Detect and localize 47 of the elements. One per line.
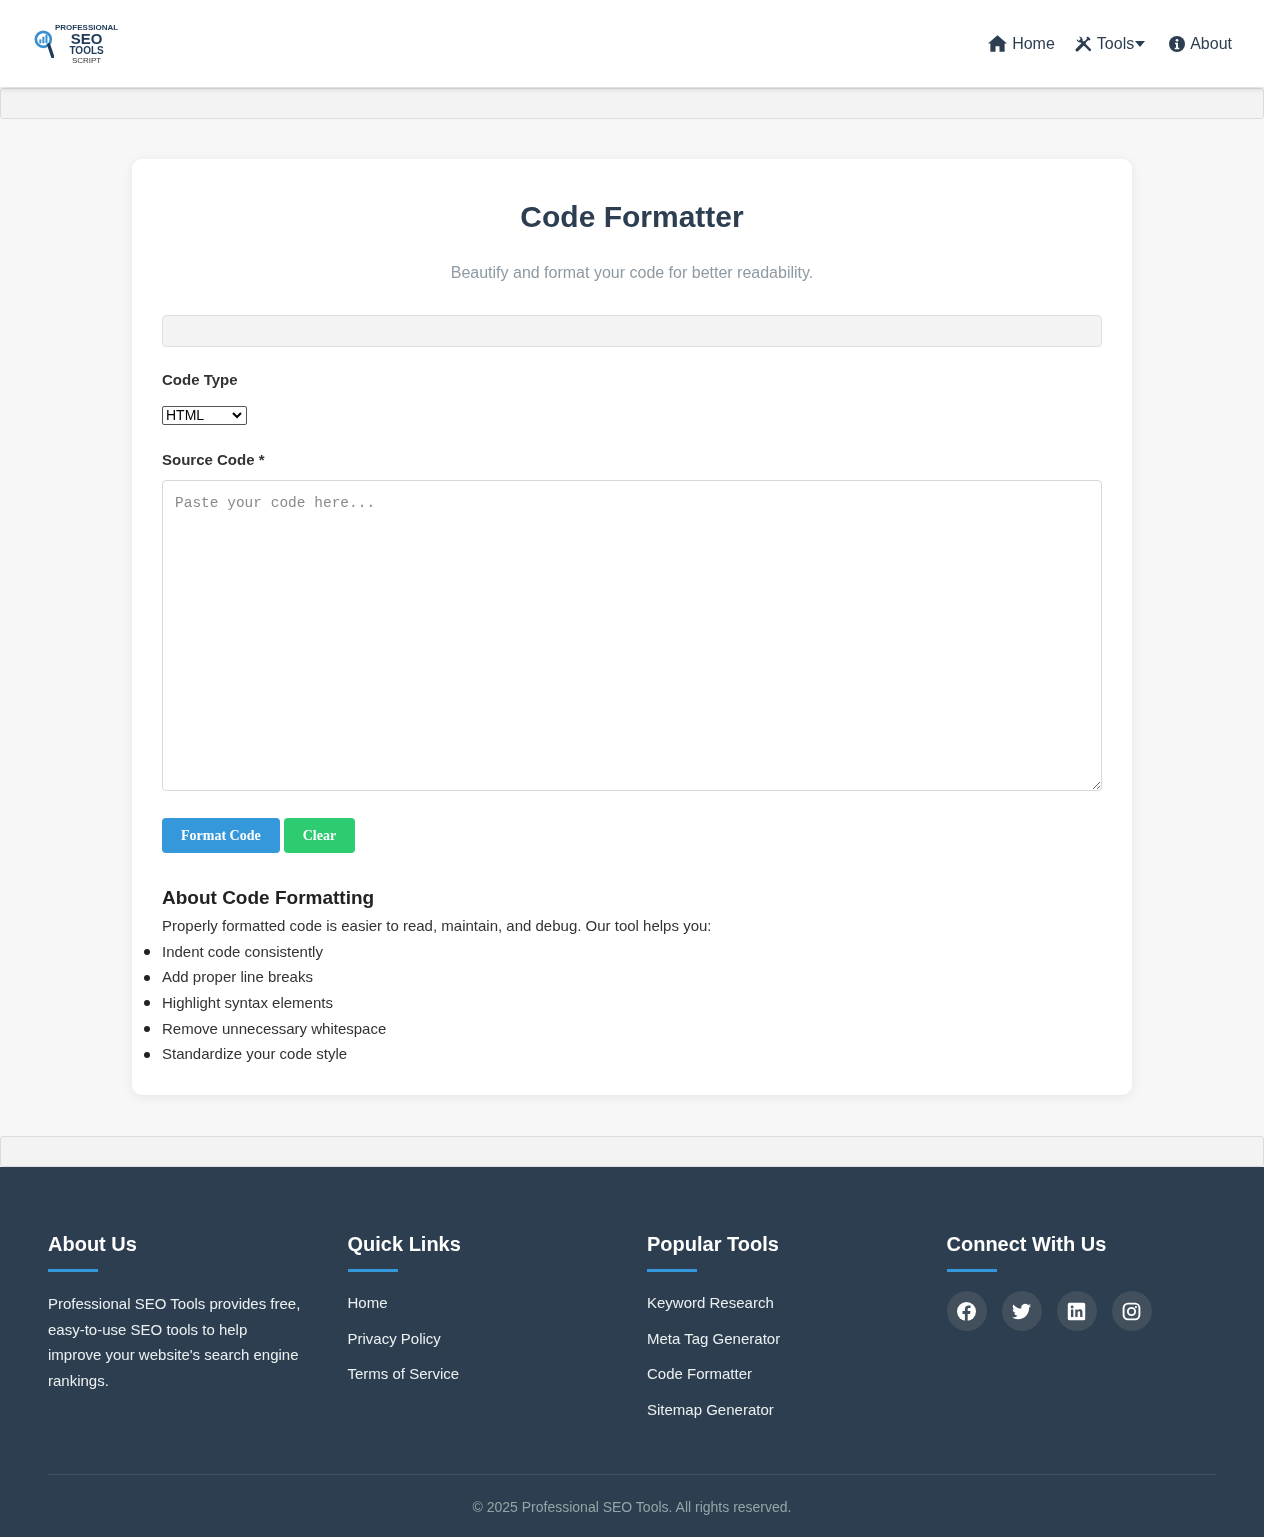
nav-link[interactable]: Tools: [1074, 31, 1146, 56]
heading-underline: [946, 1269, 997, 1273]
chevron-down-icon: [232, 412, 242, 419]
section-heading: About Code Formatting: [162, 886, 376, 910]
footer-heading: About Us: [48, 1232, 138, 1258]
footer-link[interactable]: Home: [347, 1291, 388, 1316]
heading-underline: [48, 1269, 98, 1273]
info-icon: [1169, 35, 1186, 52]
bullet-icon: [144, 1051, 150, 1058]
footer-link[interactable]: Meta Tag Generator: [647, 1326, 781, 1351]
logo-text: TOOLS: [69, 45, 104, 56]
field-label: Code Type: [162, 370, 239, 390]
page-subtitle: Beautify and format your code for better readability.: [449, 263, 815, 283]
footer-link[interactable]: Keyword Research: [647, 1291, 774, 1316]
footer-link[interactable]: Terms of Service: [347, 1362, 460, 1387]
footer-heading: Connect With Us: [946, 1232, 1108, 1258]
list-item-text: Indent code consistently: [162, 941, 323, 962]
logo-text: SCRIPT: [71, 55, 102, 65]
section-text: Properly formatted code is easier to read, maintain, and debug. Our tool helps you:: [162, 916, 713, 936]
bullet-icon: [144, 1025, 150, 1032]
footer-heading: Quick Links: [347, 1232, 462, 1258]
footer-text: Professional SEO Tools provides free, easy-to-use SEO tools to help improve your website's search engine rankings.: [48, 1294, 302, 1391]
footer-heading: Popular Tools: [647, 1232, 780, 1258]
footer-link[interactable]: Code Formatter: [647, 1362, 753, 1387]
home-icon: [988, 35, 1008, 52]
copyright-text: © 2025 Professional SEO Tools. All rights reserved.: [472, 1498, 792, 1517]
source-code-field[interactable]: Paste your code here...: [162, 480, 1102, 791]
footer-link[interactable]: Sitemap Generator: [647, 1397, 774, 1422]
list-item-text: Remove unnecessary whitespace: [162, 1018, 387, 1039]
magnifier-chart-icon: [34, 29, 54, 58]
code-type-select[interactable]: HTML: [162, 406, 247, 425]
logo-text: PROFESSIONAL: [55, 22, 119, 32]
heading-underline: [347, 1269, 398, 1273]
nav-link[interactable]: Home: [988, 31, 1055, 56]
bullet-icon: [144, 974, 150, 981]
field-label: Source Code *: [162, 450, 266, 470]
heading-underline: [647, 1269, 697, 1273]
tools-icon: [1074, 35, 1092, 52]
footer-link[interactable]: Privacy Policy: [347, 1326, 441, 1351]
page-title: Code Formatter: [519, 199, 745, 235]
logo-text: SEO: [70, 31, 103, 46]
list-item-text: Highlight syntax elements: [162, 992, 333, 1013]
nav-link[interactable]: About: [1169, 31, 1232, 56]
bullet-icon: [144, 948, 150, 955]
list-item-text: Standardize your code style: [162, 1044, 348, 1065]
bullet-icon: [144, 1000, 150, 1007]
list-item-text: Add proper line breaks: [162, 967, 313, 988]
